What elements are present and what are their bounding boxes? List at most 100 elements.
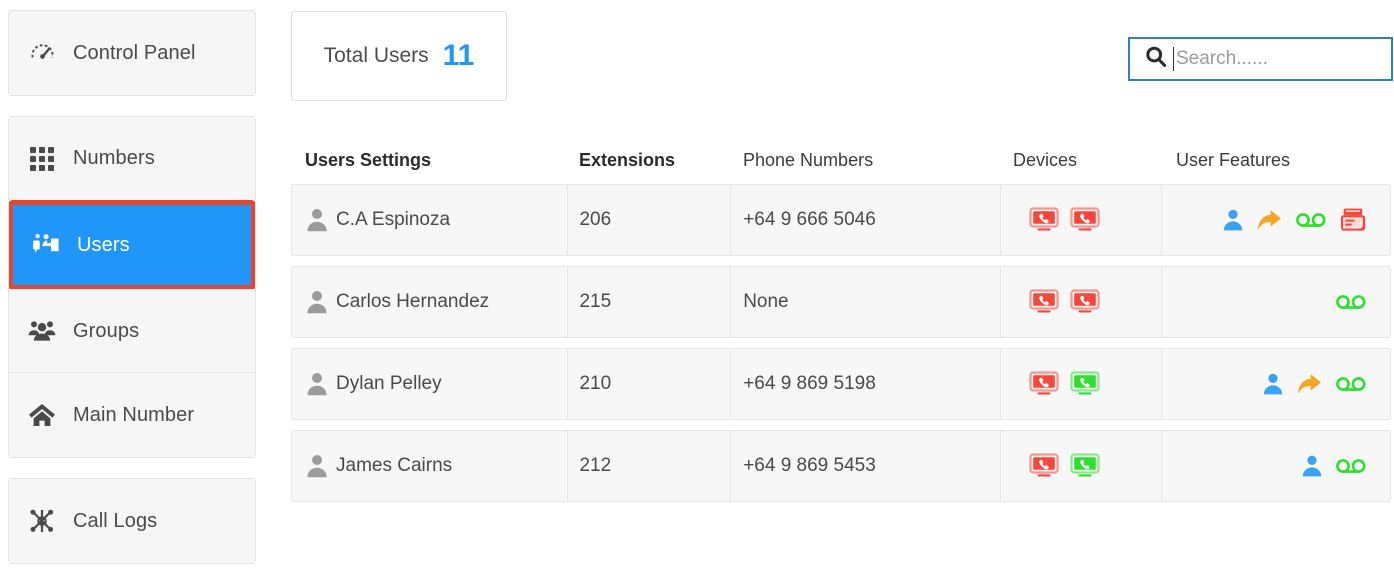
search-icon xyxy=(1144,45,1168,74)
table-row[interactable]: C.A Espinoza 206 +64 9 666 5046 xyxy=(291,184,1391,256)
cell-user-features xyxy=(1162,349,1390,419)
avatar-icon xyxy=(306,290,328,314)
feature-icon-list xyxy=(1162,293,1390,311)
desk-phone-green-icon[interactable] xyxy=(1070,453,1100,479)
user-blue-icon[interactable] xyxy=(1223,209,1243,231)
cell-extension: 210 xyxy=(568,349,732,419)
feature-icon-list xyxy=(1162,455,1390,477)
desk-phone-red-icon[interactable] xyxy=(1070,289,1100,315)
users-page: Control Panel Numbers Users Groups Main … xyxy=(0,0,1394,570)
total-users-card: Total Users 11 xyxy=(291,11,507,101)
desk-phone-red-icon[interactable] xyxy=(1029,207,1059,233)
avatar-icon xyxy=(306,372,328,396)
sidebar-group-1: Control Panel xyxy=(8,10,256,96)
device-icon-list xyxy=(1029,289,1100,315)
user-blue-icon[interactable] xyxy=(1263,373,1283,395)
sidebar-item-users-highlight: Users xyxy=(9,200,255,290)
search-box[interactable] xyxy=(1128,37,1393,81)
sidebar-item-numbers[interactable]: Numbers xyxy=(9,117,255,201)
sidebar-item-main-number[interactable]: Main Number xyxy=(9,373,255,457)
cell-user: C.A Espinoza xyxy=(292,185,569,255)
desk-phone-red-icon[interactable] xyxy=(1070,207,1100,233)
sidebar-item-label: Main Number xyxy=(73,403,195,426)
desk-phone-red-icon[interactable] xyxy=(1029,371,1059,397)
avatar-icon xyxy=(306,454,328,478)
cell-user-features xyxy=(1162,431,1390,501)
phone-number-value: +64 9 666 5046 xyxy=(743,209,876,230)
column-header-users-settings: Users Settings xyxy=(305,149,432,170)
sitemap-icon xyxy=(27,506,57,536)
feature-icon-list xyxy=(1162,207,1390,233)
extension-value: 215 xyxy=(579,291,612,312)
feature-icon-list xyxy=(1162,373,1390,395)
table-row[interactable]: James Cairns 212 +64 9 869 5453 xyxy=(291,430,1391,502)
dashboard-icon xyxy=(27,38,57,68)
group-icon xyxy=(27,316,57,346)
cell-phone-number: None xyxy=(731,267,1001,337)
cell-user: Carlos Hernandez xyxy=(292,267,569,337)
sidebar-item-users[interactable]: Users xyxy=(13,205,251,285)
cell-devices xyxy=(1001,185,1163,255)
sidebar-group-3: Call Logs xyxy=(8,478,256,564)
extension-value: 210 xyxy=(579,373,612,394)
users-table: Users Settings Extensions Phone Numbers … xyxy=(291,136,1391,512)
phone-number-value: +64 9 869 5453 xyxy=(743,455,876,476)
cell-extension: 206 xyxy=(568,185,732,255)
sidebar-item-label: Groups xyxy=(73,319,140,342)
desk-phone-red-icon[interactable] xyxy=(1029,289,1059,315)
phone-number-value: +64 9 869 5198 xyxy=(743,373,876,394)
user-name: Dylan Pelley xyxy=(336,373,442,394)
sidebar-item-label: Call Logs xyxy=(73,509,158,532)
device-icon-list xyxy=(1029,371,1100,397)
home-icon xyxy=(27,400,57,430)
desk-phone-green-icon[interactable] xyxy=(1070,371,1100,397)
cell-user: Dylan Pelley xyxy=(292,349,569,419)
cell-phone-number: +64 9 869 5453 xyxy=(731,431,1001,501)
cell-user-features xyxy=(1162,185,1390,255)
column-header-devices: Devices xyxy=(1013,149,1078,170)
cell-phone-number: +64 9 666 5046 xyxy=(731,185,1001,255)
cell-devices xyxy=(1001,349,1163,419)
cell-devices xyxy=(1001,431,1163,501)
device-icon-list xyxy=(1029,207,1100,233)
sidebar-group-2: Numbers Users Groups Main Number xyxy=(8,116,256,458)
cell-devices xyxy=(1001,267,1163,337)
table-row[interactable]: Carlos Hernandez 215 None xyxy=(291,266,1391,338)
user-name: Carlos Hernandez xyxy=(336,291,490,312)
call-forward-orange-icon[interactable] xyxy=(1257,209,1282,231)
call-forward-orange-icon[interactable] xyxy=(1297,373,1322,395)
desk-phone-red-icon[interactable] xyxy=(1029,453,1059,479)
sidebar-item-label: Users xyxy=(77,233,130,256)
sidebar-item-control-panel[interactable]: Control Panel xyxy=(9,11,255,95)
search-input[interactable] xyxy=(1173,47,1391,71)
voicemail-green-icon[interactable] xyxy=(1296,211,1326,229)
cell-user-features xyxy=(1162,267,1390,337)
cell-phone-number: +64 9 869 5198 xyxy=(731,349,1001,419)
column-header-user-features: User Features xyxy=(1176,149,1291,170)
table-body: C.A Espinoza 206 +64 9 666 5046 Carlos H… xyxy=(291,184,1391,502)
avatar-icon xyxy=(306,208,328,232)
device-icon-list xyxy=(1029,453,1100,479)
voicemail-green-icon[interactable] xyxy=(1336,457,1366,475)
grid-icon xyxy=(27,144,57,174)
table-row[interactable]: Dylan Pelley 210 +64 9 869 5198 xyxy=(291,348,1391,420)
user-blue-icon[interactable] xyxy=(1302,455,1322,477)
sidebar-item-label: Control Panel xyxy=(73,41,196,64)
column-header-phone-numbers: Phone Numbers xyxy=(743,149,874,170)
extension-value: 206 xyxy=(579,209,612,230)
user-name: C.A Espinoza xyxy=(336,209,451,230)
fax-red-icon[interactable] xyxy=(1340,207,1366,233)
column-header-extensions: Extensions xyxy=(579,149,676,170)
voicemail-green-icon[interactable] xyxy=(1336,375,1366,393)
sidebar-item-call-logs[interactable]: Call Logs xyxy=(9,479,255,563)
cell-extension: 212 xyxy=(568,431,732,501)
voicemail-green-icon[interactable] xyxy=(1336,293,1366,311)
table-header-row: Users Settings Extensions Phone Numbers … xyxy=(291,136,1391,184)
sidebar-item-groups[interactable]: Groups xyxy=(9,289,255,373)
cell-extension: 215 xyxy=(568,267,732,337)
extension-value: 212 xyxy=(579,455,612,476)
cell-user: James Cairns xyxy=(292,431,569,501)
users-icon xyxy=(31,230,61,260)
user-name: James Cairns xyxy=(336,455,453,476)
sidebar: Control Panel Numbers Users Groups Main … xyxy=(8,10,256,564)
